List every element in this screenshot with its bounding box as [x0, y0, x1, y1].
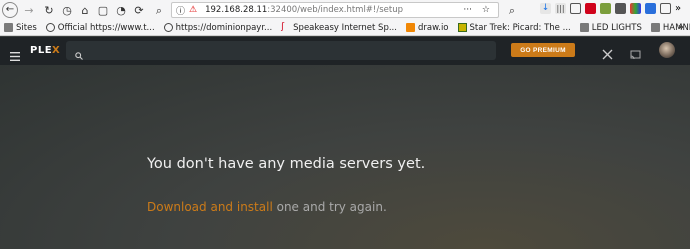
bookmark-label: Sites — [16, 22, 37, 33]
bookmark-label: HAMNET — [662, 22, 690, 33]
download-install-link[interactable]: Download and install — [147, 200, 273, 214]
bookmark-official[interactable]: Official https://www.t... — [45, 22, 155, 33]
extension-doc-icon[interactable] — [660, 3, 671, 14]
settings-icon[interactable] — [602, 45, 613, 60]
bookmark-startrek[interactable]: Star Trek: Picard: The ... — [457, 22, 571, 33]
bookmark-led-lights[interactable]: LED LIGHTS — [579, 22, 642, 33]
go-premium-button[interactable]: GO PREMIUM — [511, 43, 575, 57]
bookmark-dominion[interactable]: https://dominionpayr... — [163, 22, 273, 33]
back-button[interactable]: ← — [2, 2, 18, 18]
bookmark-star-icon[interactable]: ☆ — [482, 5, 490, 15]
insecure-lock-icon[interactable]: ⚠ — [189, 5, 197, 15]
search-input[interactable] — [66, 41, 496, 60]
download-icon[interactable]: ↓ — [540, 3, 551, 14]
forward-button[interactable]: → — [22, 3, 36, 17]
search-icon[interactable]: ⌕ — [152, 3, 166, 17]
sync-icon[interactable]: ⟳ — [132, 3, 146, 17]
bookmark-label: Star Trek: Picard: The ... — [469, 22, 571, 33]
download-prompt-suffix: one and try again. — [272, 200, 387, 214]
speakeasy-icon: ʃ — [281, 22, 285, 32]
startrek-icon — [457, 23, 467, 32]
extension-camera-icon[interactable] — [615, 3, 626, 14]
extension-blue-icon[interactable] — [645, 3, 656, 14]
bookmark-speakeasy[interactable]: ʃ Speakeasy Internet Sp... — [281, 23, 397, 33]
screenshot-icon[interactable]: ▢ — [96, 3, 110, 17]
bookmark-label: Speakeasy Internet Sp... — [293, 22, 397, 33]
extension-red-icon[interactable] — [585, 3, 596, 14]
bookmark-label: LED LIGHTS — [591, 22, 642, 33]
globe-icon — [45, 23, 55, 32]
url-bar[interactable]: ⓘ ⚠ 192.168.28.11:32400/web/index.html#!… — [171, 2, 499, 18]
bookmark-sites[interactable]: Sites — [4, 23, 37, 33]
bookmarks-overflow-icon[interactable]: » — [678, 22, 684, 33]
url-text[interactable]: 192.168.28.11:32400/web/index.html#!/set… — [205, 5, 403, 15]
history-icon[interactable]: ◷ — [60, 3, 74, 17]
bookmarks-bar: Sites Official https://www.t... https://… — [0, 20, 690, 36]
extension-icons: ↓ ||| » — [540, 3, 686, 14]
avatar[interactable] — [659, 42, 675, 58]
drawio-icon — [405, 23, 415, 32]
browser-search-icon[interactable]: ⌕ — [505, 3, 519, 17]
plex-logo[interactable]: PLEX — [30, 45, 60, 56]
page-actions-icon[interactable]: ··· — [463, 5, 472, 15]
overflow-menu-icon[interactable]: » — [675, 3, 686, 14]
download-prompt: Download and install one and try again. — [147, 200, 387, 214]
extension-color-icon[interactable] — [630, 3, 641, 14]
bookmark-label: Official https://www.t... — [57, 22, 155, 33]
search-icon — [75, 45, 83, 60]
reload-button[interactable]: ↻ — [42, 3, 56, 17]
folder-icon — [4, 23, 13, 32]
menu-icon[interactable] — [10, 46, 20, 61]
info-icon[interactable]: ⓘ — [176, 4, 185, 17]
folder-icon — [579, 23, 589, 32]
no-servers-message: You don't have any media servers yet. — [147, 156, 426, 172]
bookmark-label: https://dominionpayr... — [175, 22, 273, 33]
bookmark-hamnet[interactable]: HAMNET — [650, 22, 690, 33]
library-icon[interactable]: ||| — [555, 3, 566, 14]
pocket-icon[interactable]: ◔ — [114, 3, 128, 17]
cast-icon[interactable] — [630, 45, 641, 60]
home-icon[interactable]: ⌂ — [78, 3, 92, 17]
extension-puzzle-icon[interactable] — [600, 3, 611, 14]
folder-icon — [650, 23, 660, 32]
sidebar-icon[interactable] — [570, 3, 581, 14]
bookmark-label: draw.io — [417, 22, 449, 33]
browser-toolbar: ← → ↻ ◷ ⌂ ▢ ◔ ⟳ ⌕ ⓘ ⚠ 192.168.28.11:3240… — [0, 0, 690, 20]
bookmark-drawio[interactable]: draw.io — [405, 22, 449, 33]
globe-icon — [163, 23, 173, 32]
